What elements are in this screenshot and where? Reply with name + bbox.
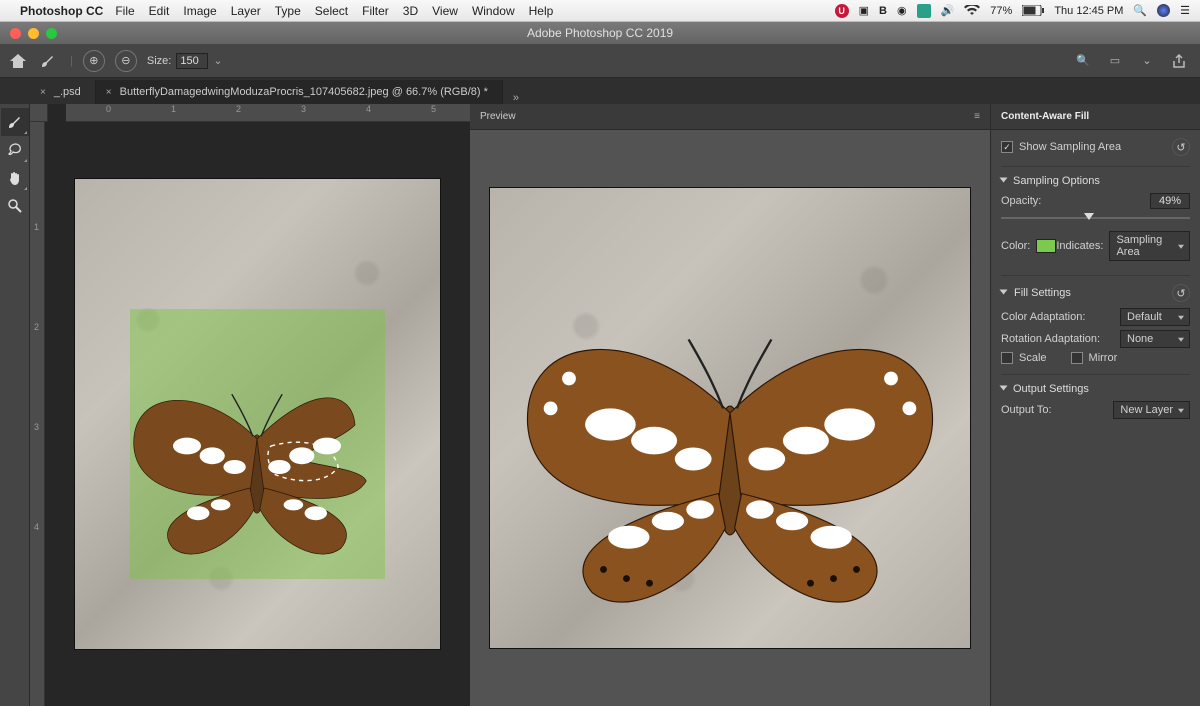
menu-edit[interactable]: Edit — [149, 4, 170, 18]
scale-checkbox[interactable] — [1001, 352, 1013, 364]
document-canvas-area: 0 1 2 3 4 5 1 2 3 4 — [30, 104, 470, 706]
chevron-down-icon — [1001, 175, 1008, 187]
preview-title: Preview — [480, 111, 516, 122]
opacity-value[interactable]: 49% — [1150, 193, 1190, 209]
subtract-brush-icon[interactable]: ⊖ — [115, 50, 137, 72]
menu-select[interactable]: Select — [315, 4, 348, 18]
rotation-adaptation-dropdown[interactable]: None — [1120, 330, 1190, 348]
preview-butterfly — [500, 298, 960, 620]
brush-preset-icon[interactable] — [40, 53, 60, 69]
ruler-origin[interactable] — [30, 104, 48, 122]
menu-image[interactable]: Image — [183, 4, 216, 18]
window-titlebar: Adobe Photoshop CC 2019 — [0, 22, 1200, 44]
menu-layer[interactable]: Layer — [231, 4, 261, 18]
chevron-down-icon[interactable]: ⌄ — [1136, 50, 1158, 72]
content-aware-fill-panel: Content-Aware Fill Show Sampling Area ↺ … — [990, 104, 1200, 706]
window-title: Adobe Photoshop CC 2019 — [527, 26, 673, 40]
opacity-slider[interactable] — [1001, 213, 1190, 223]
volume-icon[interactable]: 🔊 — [941, 4, 955, 17]
spotlight-icon[interactable]: 🔍 — [1133, 4, 1147, 17]
hand-tool[interactable] — [1, 164, 29, 192]
document-tab-label: _.psd — [54, 86, 81, 98]
indicates-dropdown[interactable]: Sampling Area — [1109, 231, 1190, 261]
shield-icon[interactable]: U — [835, 4, 849, 18]
ruler-horizontal[interactable]: 0 1 2 3 4 5 — [66, 104, 470, 122]
document-tab[interactable]: × ButterflyDamagedwingModuzaProcris_1074… — [96, 80, 503, 104]
close-icon[interactable]: × — [106, 87, 112, 98]
window-minimize-button[interactable] — [28, 28, 39, 39]
output-to-label: Output To: — [1001, 404, 1052, 416]
menu-type[interactable]: Type — [275, 4, 301, 18]
panel-title: Content-Aware Fill — [1001, 111, 1089, 122]
output-settings-header[interactable]: Output Settings — [1001, 383, 1190, 395]
mac-menubar: Photoshop CC File Edit Image Layer Type … — [0, 0, 1200, 22]
ruler-vertical[interactable]: 1 2 3 4 — [30, 122, 45, 706]
show-sampling-label: Show Sampling Area — [1019, 141, 1121, 153]
subject-butterfly — [117, 369, 397, 565]
fill-settings-header[interactable]: Fill Settings — [1001, 287, 1071, 299]
menu-file[interactable]: File — [115, 4, 134, 18]
rotation-adaptation-label: Rotation Adaptation: — [1001, 333, 1100, 345]
document-tab[interactable]: × _.psd — [30, 80, 96, 104]
workspace-icon[interactable]: ▭ — [1104, 50, 1126, 72]
brush-size-label: Size: — [147, 55, 171, 67]
panel-menu-icon[interactable]: ≡ — [974, 111, 980, 122]
show-sampling-checkbox[interactable] — [1001, 141, 1013, 153]
search-icon[interactable]: 🔍 — [1072, 50, 1094, 72]
menu-window[interactable]: Window — [472, 4, 515, 18]
sampling-options-header[interactable]: Sampling Options — [1001, 175, 1190, 187]
wifi-icon[interactable] — [964, 5, 980, 16]
sampling-color-swatch[interactable] — [1036, 239, 1056, 253]
tool-palette — [0, 104, 30, 706]
color-adaptation-dropdown[interactable]: Default — [1120, 308, 1190, 326]
preview-canvas[interactable] — [470, 130, 990, 706]
options-bar: | ⊕ ⊖ Size: ⌄ 🔍 ▭ ⌄ — [0, 44, 1200, 78]
brush-size-input[interactable] — [176, 53, 208, 69]
menu-view[interactable]: View — [432, 4, 458, 18]
behance-icon[interactable]: B — [879, 5, 887, 17]
opacity-label: Opacity: — [1001, 195, 1041, 207]
menu-3d[interactable]: 3D — [403, 4, 418, 18]
sampling-brush-tool[interactable] — [1, 108, 29, 136]
zoom-tool[interactable] — [1, 192, 29, 220]
notification-center-icon[interactable]: ☰ — [1180, 4, 1190, 17]
clock[interactable]: Thu 12:45 PM — [1054, 5, 1123, 17]
document-canvas[interactable] — [45, 122, 470, 706]
lasso-tool[interactable] — [1, 136, 29, 164]
color-label: Color: — [1001, 240, 1030, 252]
reset-icon[interactable]: ↺ — [1172, 138, 1190, 156]
status-icon[interactable] — [917, 4, 931, 18]
home-icon[interactable] — [10, 54, 30, 68]
mirror-checkbox[interactable] — [1071, 352, 1083, 364]
output-to-dropdown[interactable]: New Layer — [1113, 401, 1190, 419]
menu-filter[interactable]: Filter — [362, 4, 389, 18]
indicates-label: Indicates: — [1056, 240, 1103, 252]
close-icon[interactable]: × — [40, 87, 46, 98]
window-zoom-button[interactable] — [46, 28, 57, 39]
menubar-app-name[interactable]: Photoshop CC — [20, 4, 103, 18]
battery-percent: 77% — [990, 5, 1012, 17]
reset-icon[interactable]: ↺ — [1172, 284, 1190, 302]
menu-help[interactable]: Help — [529, 4, 554, 18]
tab-overflow-icon[interactable]: » — [503, 92, 529, 104]
add-brush-icon[interactable]: ⊕ — [83, 50, 105, 72]
window-close-button[interactable] — [10, 28, 21, 39]
mirror-label: Mirror — [1089, 352, 1118, 364]
chevron-down-icon — [1001, 383, 1008, 395]
share-icon[interactable] — [1168, 50, 1190, 72]
document-tabs: × _.psd × ButterflyDamagedwingModuzaProc… — [0, 78, 1200, 104]
scale-label: Scale — [1019, 352, 1047, 364]
battery-icon — [1022, 5, 1044, 16]
siri-icon[interactable] — [1157, 4, 1170, 17]
chevron-down-icon[interactable]: ⌄ — [213, 54, 222, 67]
document-tab-label: ButterflyDamagedwingModuzaProcris_107405… — [120, 86, 488, 98]
preview-panel: Preview ≡ — [470, 104, 990, 706]
chevron-down-icon — [1001, 287, 1008, 299]
color-adaptation-label: Color Adaptation: — [1001, 311, 1085, 323]
camera-icon[interactable]: ▣ — [859, 4, 869, 17]
creative-cloud-icon[interactable]: ◉ — [897, 4, 907, 17]
